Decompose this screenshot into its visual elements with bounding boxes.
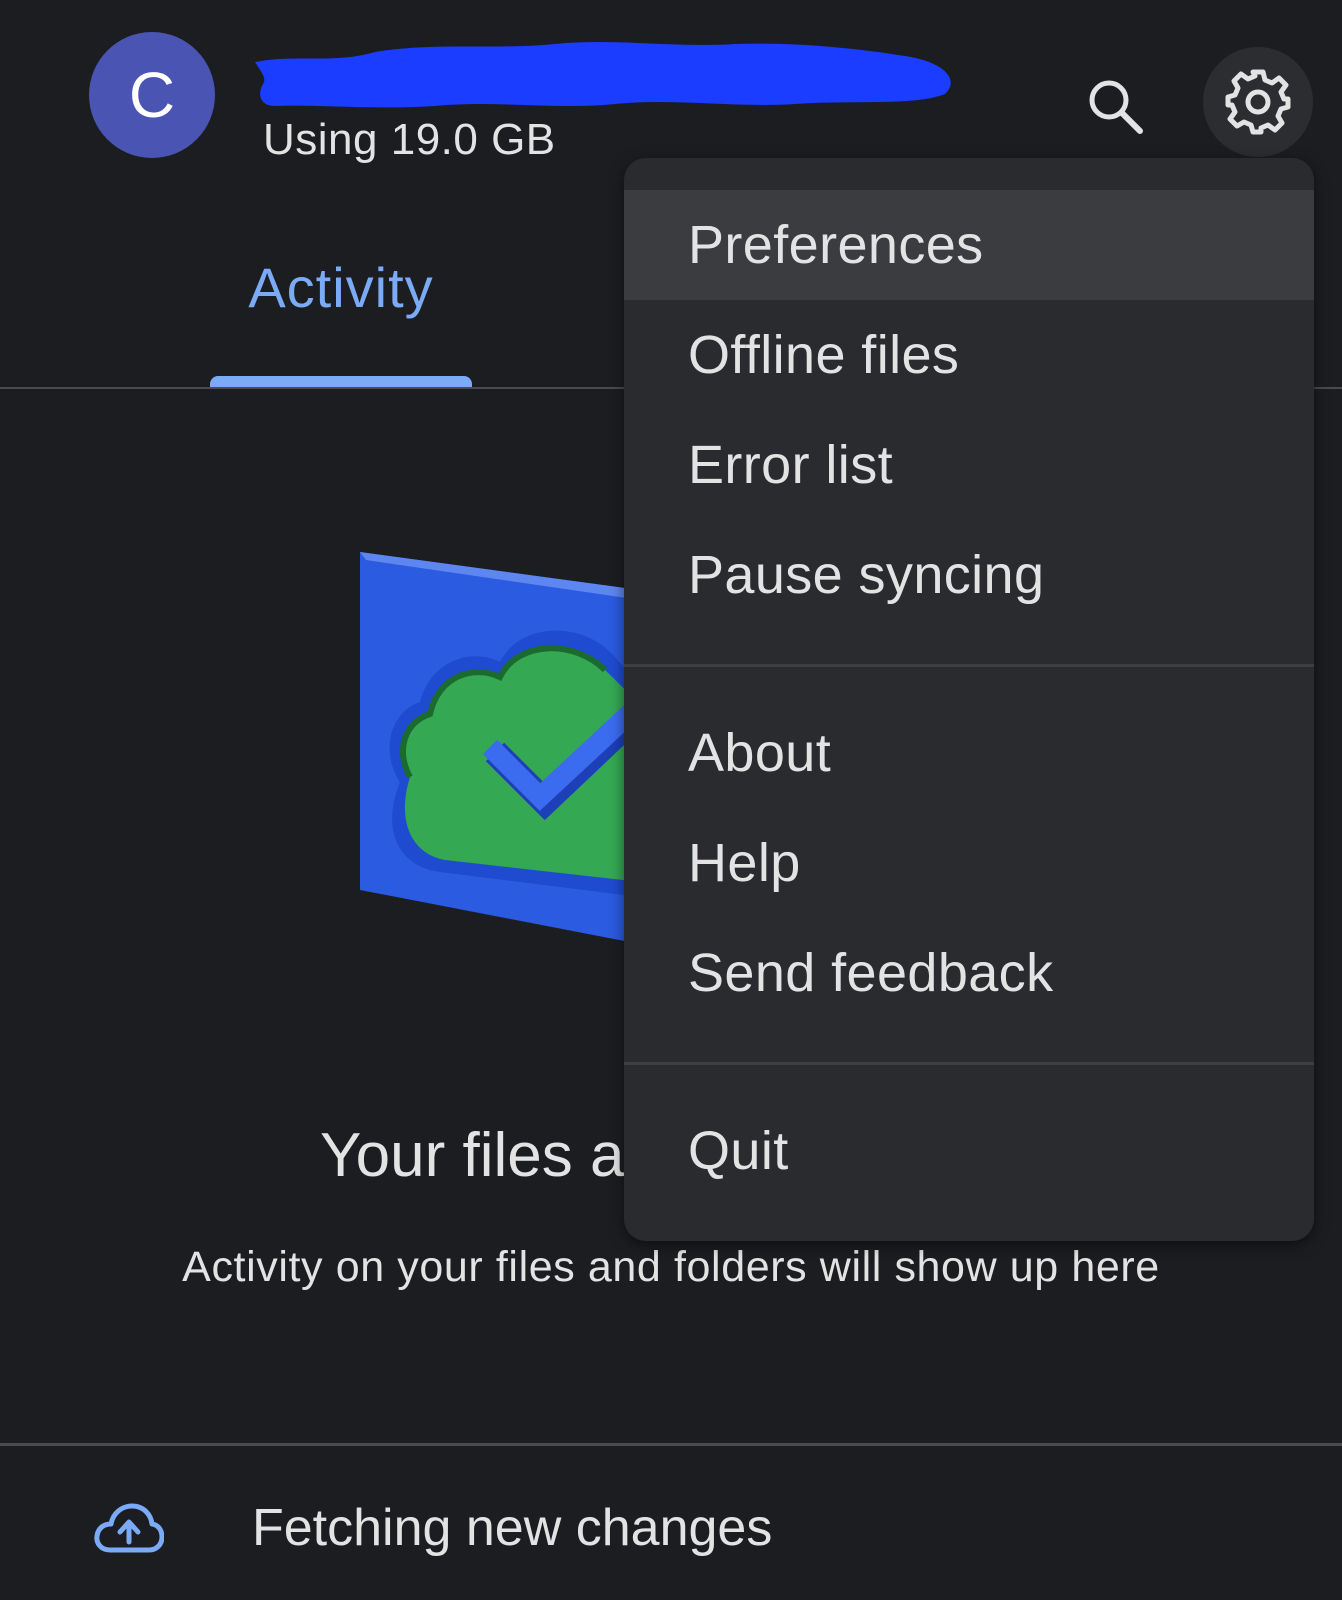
menu-item-preferences[interactable]: Preferences — [624, 190, 1314, 300]
search-button[interactable] — [1075, 66, 1155, 146]
menu-item-quit[interactable]: Quit — [624, 1096, 1314, 1206]
menu-item-offline-files[interactable]: Offline files — [624, 300, 1314, 410]
menu-separator — [624, 664, 1314, 667]
synced-cloud-illustration — [360, 552, 640, 944]
menu-item-error-list[interactable]: Error list — [624, 410, 1314, 520]
avatar-letter: C — [128, 59, 176, 131]
avatar[interactable]: C — [89, 32, 215, 158]
account-name-redacted — [255, 34, 965, 114]
sync-status-text: Fetching new changes — [252, 1499, 773, 1557]
drive-activity-window: C Using 19.0 GB Activity Your files a Ac… — [0, 0, 1342, 1600]
search-icon — [1089, 80, 1143, 134]
menu-item-about[interactable]: About — [624, 698, 1314, 808]
menu-separator — [624, 1062, 1314, 1065]
menu-item-send-feedback[interactable]: Send feedback — [624, 918, 1314, 1028]
settings-menu: Preferences Offline files Error list Pau… — [624, 158, 1314, 1241]
menu-item-help[interactable]: Help — [624, 808, 1314, 918]
storage-usage: Using 19.0 GB — [263, 115, 556, 164]
redaction-scribble — [255, 42, 951, 108]
empty-state-subtitle: Activity on your files and folders will … — [182, 1243, 1160, 1291]
gear-icon — [1225, 69, 1291, 135]
tab-activity[interactable]: Activity — [210, 255, 472, 320]
cloud-upload-icon — [94, 1503, 164, 1553]
status-divider — [0, 1443, 1342, 1446]
menu-item-pause-syncing[interactable]: Pause syncing — [624, 520, 1314, 630]
empty-state-title: Your files a — [320, 1121, 625, 1190]
settings-button[interactable] — [1203, 47, 1313, 157]
